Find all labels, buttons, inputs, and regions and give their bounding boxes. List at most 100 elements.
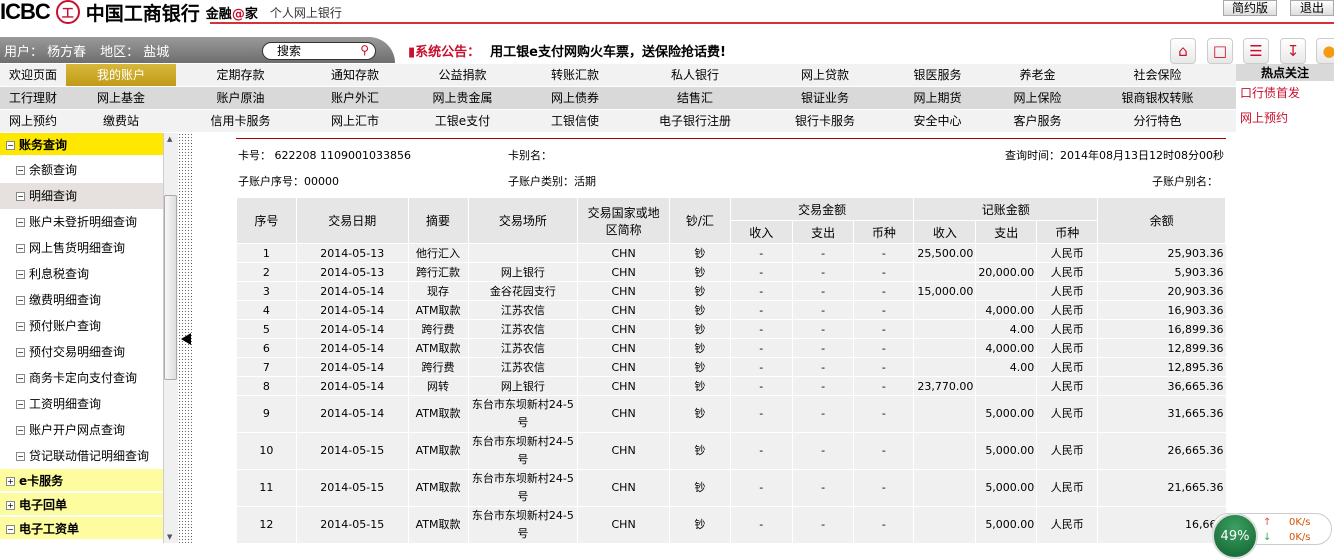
hot-link[interactable]: 网上预约 [1240,109,1330,131]
cell-book-income [913,319,976,339]
search-icon[interactable]: ⚲ [360,42,369,58]
cell-cash: 钞 [668,432,731,470]
nav-item[interactable]: 银医服务 [890,64,985,86]
sidebar-item[interactable]: − 账户开户网点查询 [0,417,163,443]
cart-icon[interactable]: □ [1207,38,1233,64]
nav-item[interactable]: 定期存款 [176,64,305,86]
cell-trade-currency: - [853,432,914,470]
sidebar-item[interactable]: − 明细查询 [0,183,163,209]
cell-date: 2014-05-13 [295,262,409,282]
cell-trade-currency: - [853,357,914,377]
sidebar-item[interactable]: − 工资明细查询 [0,391,163,417]
sidebar-item[interactable]: − 缴费明细查询 [0,287,163,313]
headset-icon[interactable]: ● [1316,38,1334,64]
sidebar-group-account-query[interactable]: − 账务查询 [0,133,163,157]
logout-button[interactable]: 退出 [1290,0,1334,16]
cell-book-income [913,338,976,358]
card-alias: 卡别名： [508,149,552,162]
nav-item[interactable]: 网上基金 [66,87,176,109]
sidebar-item[interactable]: − 预付账户查询 [0,313,163,339]
nav-item[interactable]: 信用卡服务 [176,110,305,132]
nav-item[interactable]: 网上贷款 [760,64,890,86]
cell-trade-income: - [729,395,793,433]
nav-item[interactable]: 客户服务 [985,110,1090,132]
scrollbar-thumb[interactable] [164,195,177,380]
sidebar-item[interactable]: − 贷记联动借记明细查询 [0,443,163,469]
hot-link[interactable]: 口行债首发 [1240,84,1330,106]
sidebar-item[interactable]: − 利息税查询 [0,261,163,287]
notice-text[interactable]: 用工银e支付网购火车票，送保险抢话费! [490,41,726,60]
nav-item[interactable]: 私人银行 [630,64,760,86]
home-icon[interactable]: ⌂ [1170,38,1196,64]
sidebar-item[interactable]: − 网上售货明细查询 [0,235,163,261]
nav-item[interactable]: 网上期货 [890,87,985,109]
nav-item[interactable]: 公益捐款 [405,64,520,86]
cell-trade-income: - [729,281,793,301]
nav-item[interactable]: 通知存款 [305,64,405,86]
contacts-icon[interactable]: ☰ [1243,38,1269,64]
cell-trade-income: - [729,432,793,470]
cell-date: 2014-05-14 [295,395,409,433]
nav-item[interactable]: 转账汇款 [520,64,630,86]
nav-item[interactable]: 缴费站 [66,110,176,132]
sidebar-item-label: 贷记联动借记明细查询 [29,449,150,463]
cell-book-income: 23,770.00 [913,376,976,396]
cell-balance: 5,903.36 [1097,262,1226,282]
cell-balance: 16,665 [1097,506,1226,544]
collapse-icon: − [16,322,25,331]
nav-item[interactable]: 网上债券 [520,87,630,109]
sidebar-group[interactable]: − 电子工资单 [0,517,163,541]
sidebar-item[interactable]: − 商务卡定向支付查询 [0,365,163,391]
table-row: 6 2014-05-14 ATM取款 江苏农信 CHN 钞 - - -4,000.00 人民币 12… [236,338,1226,358]
nav-item[interactable]: 安全中心 [890,110,985,132]
collapse-sidebar-arrow-icon[interactable] [181,333,191,345]
simple-version-button[interactable]: 简约版 [1223,0,1278,16]
cell-seq: 9 [236,395,297,433]
sidebar-item[interactable]: − 余额查询 [0,157,163,183]
search-input[interactable]: 搜索 ⚲ [262,42,376,60]
cell-country: CHN [577,395,670,433]
nav-item[interactable]: 养老金 [985,64,1090,86]
cell-book-currency: 人民币 [1036,357,1098,377]
cell-book-income [913,262,976,282]
user-region: 地区： 盐城 [100,44,170,60]
sidebar-item[interactable]: − 账户未登折明细查询 [0,209,163,235]
cell-seq: 4 [236,300,297,320]
memory-gauge[interactable]: 49% [1212,513,1258,559]
nav-item[interactable]: 工行理财 [0,87,66,109]
sidebar-group[interactable]: + e卡服务 [0,469,163,493]
nav-item[interactable]: 工银信使 [520,110,630,132]
nav-item[interactable]: 结售汇 [630,87,760,109]
nav-item[interactable]: 银商银权转账 [1090,87,1225,109]
cell-cash: 钞 [668,506,731,544]
cell-seq: 12 [236,506,297,544]
cell-trade-expense: - [791,319,854,339]
cell-book-expense: 4,000.00 [975,338,1037,358]
cell-seq: 10 [236,432,297,470]
nav-item[interactable]: 工银e支付 [405,110,520,132]
hot-topics-title: 热点关注 [1236,64,1334,81]
nav-item[interactable]: 账户外汇 [305,87,405,109]
sidebar-group[interactable]: + 电子回单 [0,493,163,517]
cell-trade-income: - [729,243,793,263]
nav-item[interactable]: 社会保险 [1090,64,1225,86]
cell-date: 2014-05-14 [295,300,409,320]
nav-item[interactable]: 银行卡服务 [760,110,890,132]
nav-item[interactable]: 我的账户 [66,64,176,86]
nav-item[interactable]: 网上贵金属 [405,87,520,109]
cell-summary: ATM取款 [407,432,468,470]
cell-balance: 12,899.36 [1097,338,1226,358]
nav-item[interactable]: 电子银行注册 [630,110,760,132]
nav-item[interactable]: 账户原油 [176,87,305,109]
cell-cash: 钞 [668,319,731,339]
nav-item[interactable]: 分行特色 [1090,110,1225,132]
nav-item[interactable]: 网上预约 [0,110,66,132]
nav-item[interactable]: 欢迎页面 [0,64,66,86]
download-mail-icon[interactable]: ↧ [1280,38,1306,64]
nav-item[interactable]: 网上汇市 [305,110,405,132]
cell-book-currency: 人民币 [1036,319,1098,339]
nav-item[interactable]: 银证业务 [760,87,890,109]
sidebar-item[interactable]: − 预付交易明细查询 [0,339,163,365]
nav-item[interactable]: 网上保险 [985,87,1090,109]
cell-balance: 31,665.36 [1097,395,1226,433]
